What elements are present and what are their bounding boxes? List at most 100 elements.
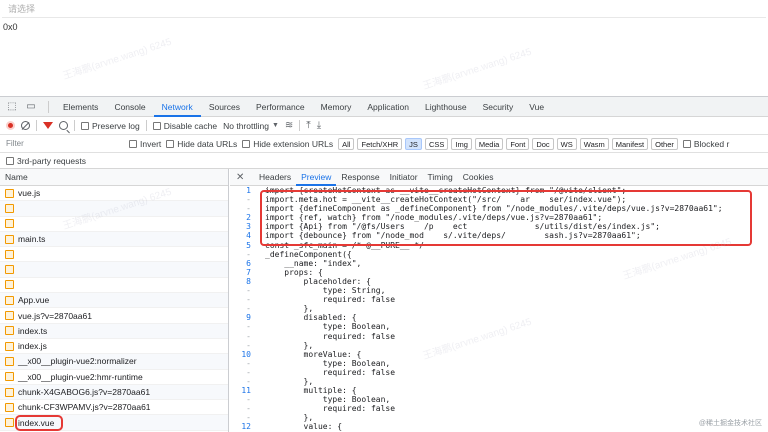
filter-chip-fetchxhr[interactable]: Fetch/XHR	[357, 137, 403, 150]
preserve-log-checkbox[interactable]: Preserve log	[81, 121, 140, 131]
tab-security[interactable]: Security	[475, 97, 522, 117]
devtools-panel: ⬚ ▭ Elements Console Network Sources Perform…	[0, 96, 768, 432]
filter-chip-img[interactable]: Img	[451, 137, 472, 150]
filter-chip-media[interactable]: Media	[474, 137, 504, 150]
preserve-log-label: Preserve log	[92, 120, 140, 131]
request-row[interactable]	[0, 262, 228, 278]
invert-checkbox[interactable]: Invert	[129, 139, 161, 149]
script-file-icon	[5, 234, 14, 244]
detail-tab-initiator[interactable]: Initiator	[385, 169, 423, 186]
detail-tab-cookies[interactable]: Cookies	[458, 169, 499, 186]
code-text: import {ref, watch} from "/node_modules/…	[265, 213, 603, 223]
request-row[interactable]: index.js	[0, 339, 228, 355]
filter-funnel-icon[interactable]	[43, 122, 53, 129]
request-row[interactable]: vue.js?v=2870aa61	[0, 308, 228, 324]
filter-chip-all[interactable]: All	[338, 137, 355, 150]
record-icon[interactable]	[6, 121, 15, 130]
request-row[interactable]: main.ts	[0, 231, 228, 248]
invert-label: Invert	[140, 138, 162, 149]
tab-lighthouse[interactable]: Lighthouse	[417, 97, 475, 117]
script-file-icon	[5, 372, 14, 382]
hide-data-urls-checkbox[interactable]: Hide data URLs	[166, 139, 237, 149]
blocked-requests-checkbox[interactable]: Blocked r	[682, 139, 729, 149]
name-column-header[interactable]: Name	[0, 169, 228, 186]
code-text: },	[265, 376, 314, 386]
export-har-icon[interactable]: ⤓	[317, 120, 321, 131]
request-row[interactable]: index.vue	[0, 414, 228, 431]
checkbox-box	[152, 121, 161, 130]
filter-input[interactable]: Filter	[6, 137, 124, 150]
code-preview: 1 import {createHotContext as __vite__cre…	[230, 186, 768, 432]
code-line: 1 import {createHotContext as __vite__cre…	[230, 186, 768, 195]
filter-chip-js[interactable]: JS	[405, 137, 422, 150]
request-row[interactable]: vue.js	[0, 186, 228, 202]
request-row[interactable]: __x00__plugin-vue2:hmr-runtime	[0, 370, 228, 385]
request-row[interactable]: __x00__plugin-vue2:normalizer	[0, 354, 228, 370]
import-har-icon[interactable]: ⤒	[306, 120, 310, 131]
disable-cache-checkbox[interactable]: Disable cache	[152, 121, 217, 131]
throttling-select[interactable]: No throttling ▼	[223, 121, 279, 131]
request-row[interactable]: index.ts	[0, 323, 228, 339]
filter-chip-ws[interactable]: WS	[556, 137, 577, 150]
script-file-icon	[5, 295, 14, 305]
select-input[interactable]: 请选择	[2, 2, 766, 18]
line-number: 6	[246, 258, 251, 268]
toolbar-divider	[299, 120, 301, 131]
code-text: required: false	[265, 404, 396, 414]
script-file-icon	[5, 418, 14, 428]
code-line: - required: false	[230, 404, 768, 413]
code-text: type: String,	[265, 286, 386, 296]
line-number: -	[246, 376, 251, 386]
code-text: moreValue: {	[265, 349, 362, 359]
third-party-checkbox[interactable]: 3rd-party requests	[6, 156, 86, 166]
close-icon[interactable]: ✕	[236, 172, 248, 183]
tab-sources[interactable]: Sources	[201, 97, 248, 117]
network-toolbar: Preserve log Disable cache No throttling…	[0, 117, 768, 135]
code-line: - _defineComponent({	[230, 250, 768, 259]
request-row[interactable]: chunk-CF3WPAMV.js?v=2870aa61	[0, 400, 228, 416]
code-text: value: {	[265, 422, 343, 432]
code-text: required: false	[265, 367, 396, 377]
line-number: -	[246, 204, 251, 214]
detail-tab-timing[interactable]: Timing	[423, 169, 458, 186]
network-conditions-icon[interactable]: ≋	[285, 120, 293, 131]
code-line: - },	[230, 304, 768, 313]
tab-console[interactable]: Console	[106, 97, 153, 117]
code-text: props: {	[265, 267, 323, 277]
tab-memory[interactable]: Memory	[313, 97, 360, 117]
request-name: App.vue	[18, 295, 50, 306]
inspect-element-icon[interactable]: ⬚	[4, 100, 20, 114]
code-line: 5 const _sfc_main = /* @__PURE__ */	[230, 241, 768, 250]
tab-application[interactable]: Application	[359, 97, 417, 117]
request-row[interactable]	[0, 247, 228, 263]
hide-extension-urls-checkbox[interactable]: Hide extension URLs	[242, 139, 333, 149]
code-text: import {createHotContext as __vite__crea…	[265, 186, 627, 195]
line-number: -	[246, 331, 251, 341]
detail-tab-headers[interactable]: Headers	[254, 169, 296, 186]
detail-tab-preview[interactable]: Preview	[296, 169, 337, 186]
page-area: 请选择 0x0	[0, 0, 768, 96]
clear-icon[interactable]	[21, 121, 30, 130]
request-row[interactable]	[0, 278, 228, 294]
detail-tab-response[interactable]: Response	[336, 169, 384, 186]
request-row[interactable]	[0, 201, 228, 217]
chevron-down-icon: ▼	[271, 122, 279, 129]
code-text: import.meta.hot = __vite__createHotConte…	[265, 195, 627, 205]
request-row[interactable]: App.vue	[0, 293, 228, 309]
tab-elements[interactable]: Elements	[55, 97, 106, 117]
tab-performance[interactable]: Performance	[248, 97, 313, 117]
filter-chip-other[interactable]: Other	[651, 137, 678, 150]
code-text: required: false	[265, 331, 396, 341]
filter-chip-doc[interactable]: Doc	[532, 137, 554, 150]
filter-chip-css[interactable]: CSS	[424, 137, 449, 150]
filter-chip-font[interactable]: Font	[506, 137, 530, 150]
filter-chip-manifest[interactable]: Manifest	[611, 137, 649, 150]
tab-vue[interactable]: Vue	[521, 97, 552, 117]
request-row[interactable]	[0, 217, 228, 232]
request-row[interactable]: chunk-X4GABOG6.js?v=2870aa61	[0, 384, 228, 401]
search-icon[interactable]	[59, 121, 68, 130]
hide-extension-urls-label: Hide extension URLs	[253, 138, 334, 149]
tab-network[interactable]: Network	[153, 97, 201, 117]
filter-chip-wasm[interactable]: Wasm	[579, 137, 609, 150]
device-toolbar-icon[interactable]: ▭	[23, 100, 39, 114]
